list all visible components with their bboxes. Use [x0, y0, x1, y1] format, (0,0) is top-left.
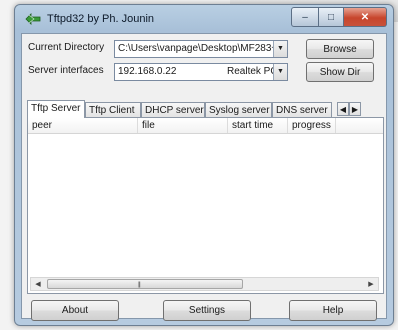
- current-directory-value: C:\Users\vanpage\Desktop\MF283+: [118, 43, 278, 54]
- tab-tftp-client[interactable]: Tftp Client: [85, 102, 141, 117]
- interface-ip: 192.168.0.22: [118, 66, 177, 77]
- horizontal-scrollbar[interactable]: ◀ ||| ▶: [30, 277, 379, 291]
- caption-buttons: – □ ✕: [291, 7, 387, 27]
- current-directory-combo[interactable]: C:\Users\vanpage\Desktop\MF283+ ▼: [114, 40, 288, 58]
- column-peer[interactable]: peer: [28, 118, 138, 133]
- scroll-right-icon[interactable]: ▶: [364, 278, 378, 290]
- transfer-list-header: peer file start time progress: [28, 118, 383, 134]
- tab-dns-server[interactable]: DNS server: [272, 102, 332, 117]
- maximize-button[interactable]: □: [319, 7, 344, 27]
- browse-button[interactable]: Browse: [306, 39, 374, 59]
- scroll-left-icon[interactable]: ◀: [31, 278, 45, 290]
- title-bar[interactable]: Tftpd32 by Ph. Jounin – □ ✕: [15, 5, 393, 33]
- tab-scroll-right-icon[interactable]: ▶: [349, 102, 361, 116]
- server-interfaces-label: Server interfaces: [28, 65, 104, 76]
- tab-syslog-server[interactable]: Syslog server: [205, 102, 272, 117]
- column-file[interactable]: file: [138, 118, 228, 133]
- settings-button[interactable]: Settings: [163, 300, 251, 321]
- close-icon: ✕: [360, 11, 370, 23]
- about-button[interactable]: About: [31, 300, 119, 321]
- column-start-time[interactable]: start time: [228, 118, 288, 133]
- current-directory-label: Current Directory: [28, 42, 105, 53]
- tftpd32-window: Tftpd32 by Ph. Jounin – □ ✕ Current Dire…: [14, 4, 394, 326]
- tab-scroll-left-icon[interactable]: ◀: [337, 102, 349, 116]
- help-button[interactable]: Help: [289, 300, 377, 321]
- tftpd-app-icon: [25, 13, 41, 25]
- tftp-server-panel: peer file start time progress ◀ ||| ▶: [27, 117, 384, 294]
- grip-icon: |||: [138, 282, 141, 288]
- maximize-icon: □: [327, 11, 335, 23]
- show-dir-button[interactable]: Show Dir: [306, 62, 374, 82]
- scrollbar-thumb[interactable]: |||: [47, 279, 243, 289]
- minimize-icon: –: [302, 11, 308, 23]
- transfer-list[interactable]: [28, 134, 383, 274]
- tab-tftp-server[interactable]: Tftp Server: [27, 100, 85, 118]
- bottom-button-bar: About Settings Help: [27, 298, 382, 321]
- close-button[interactable]: ✕: [344, 7, 387, 27]
- client-area: Current Directory C:\Users\vanpage\Deskt…: [21, 33, 387, 321]
- tab-dhcp-server[interactable]: DHCP server: [141, 102, 205, 117]
- column-progress[interactable]: progress: [288, 118, 336, 133]
- chevron-down-icon[interactable]: ▼: [273, 41, 287, 57]
- interface-adapter: Realtek PC: [227, 66, 278, 77]
- chevron-down-icon[interactable]: ▼: [273, 64, 287, 80]
- minimize-button[interactable]: –: [291, 7, 319, 27]
- server-interfaces-combo[interactable]: 192.168.0.22 Realtek PC ▼: [114, 63, 288, 81]
- window-title: Tftpd32 by Ph. Jounin: [47, 13, 155, 25]
